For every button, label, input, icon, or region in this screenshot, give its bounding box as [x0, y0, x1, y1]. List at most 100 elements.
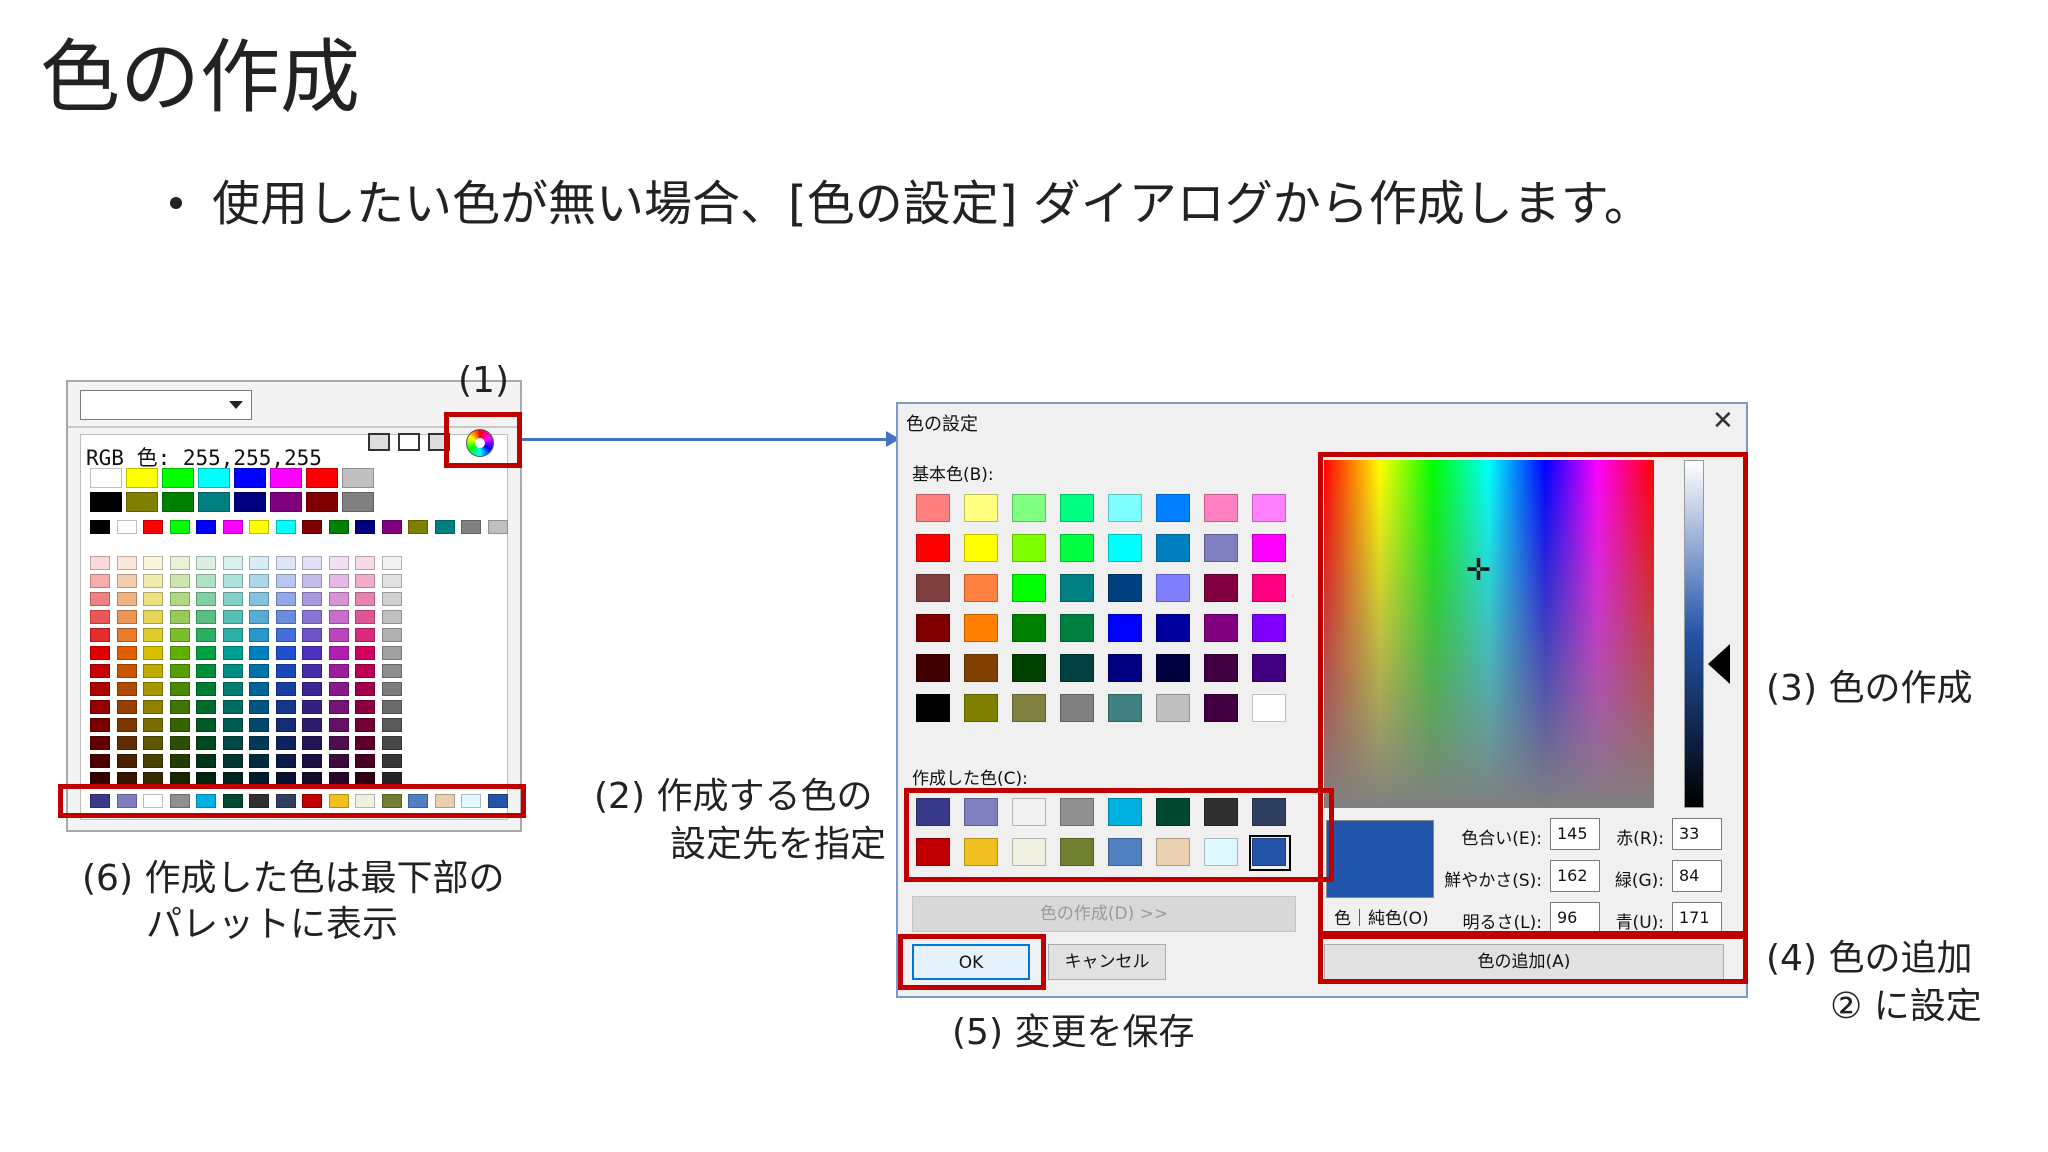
- palette-swatch[interactable]: [275, 574, 296, 588]
- palette-swatch[interactable]: [196, 736, 216, 750]
- basic-color-swatch[interactable]: [1012, 534, 1046, 562]
- palette-swatch[interactable]: [249, 628, 269, 642]
- palette-swatch[interactable]: [90, 468, 122, 488]
- palette-swatch[interactable]: [90, 628, 110, 642]
- palette-swatch[interactable]: [328, 736, 349, 750]
- palette-swatch[interactable]: [234, 492, 266, 512]
- palette-swatch[interactable]: [381, 718, 402, 732]
- palette-swatch[interactable]: [302, 646, 322, 660]
- palette-swatch[interactable]: [90, 610, 110, 624]
- basic-color-swatch[interactable]: [1156, 694, 1190, 722]
- basic-color-swatch[interactable]: [1156, 534, 1190, 562]
- palette-swatch[interactable]: [328, 628, 349, 642]
- palette-swatch[interactable]: [198, 468, 230, 488]
- palette-swatch[interactable]: [275, 718, 296, 732]
- palette-swatch[interactable]: [143, 646, 163, 660]
- palette-swatch[interactable]: [302, 520, 322, 534]
- palette-swatch[interactable]: [270, 468, 302, 488]
- palette-swatch[interactable]: [275, 754, 296, 768]
- basic-color-swatch[interactable]: [1012, 574, 1046, 602]
- palette-swatch[interactable]: [143, 574, 163, 588]
- palette-swatch[interactable]: [275, 664, 296, 678]
- palette-swatch[interactable]: [116, 700, 137, 714]
- palette-swatch[interactable]: [342, 468, 374, 488]
- palette-swatch[interactable]: [328, 664, 349, 678]
- palette-swatch[interactable]: [302, 736, 322, 750]
- palette-swatch[interactable]: [116, 718, 137, 732]
- palette-swatch[interactable]: [249, 718, 269, 732]
- basic-color-swatch[interactable]: [1108, 534, 1142, 562]
- basic-color-swatch[interactable]: [1060, 614, 1094, 642]
- basic-color-swatch[interactable]: [1108, 494, 1142, 522]
- palette-swatch[interactable]: [355, 610, 375, 624]
- palette-swatch[interactable]: [90, 592, 110, 606]
- palette-swatch[interactable]: [222, 718, 243, 732]
- basic-color-swatch[interactable]: [916, 494, 950, 522]
- basic-color-swatch[interactable]: [1204, 614, 1238, 642]
- palette-swatch[interactable]: [408, 520, 428, 534]
- palette-swatch[interactable]: [222, 628, 243, 642]
- palette-swatch[interactable]: [196, 628, 216, 642]
- palette-swatch[interactable]: [355, 718, 375, 732]
- basic-color-swatch[interactable]: [964, 694, 998, 722]
- palette-swatch[interactable]: [143, 610, 163, 624]
- palette-swatch[interactable]: [169, 556, 190, 570]
- palette-swatch[interactable]: [116, 682, 137, 696]
- palette-swatch[interactable]: [196, 556, 216, 570]
- palette-swatch[interactable]: [275, 520, 296, 534]
- palette-swatch[interactable]: [328, 520, 349, 534]
- palette-swatch[interactable]: [198, 492, 230, 512]
- palette-swatch[interactable]: [90, 754, 110, 768]
- palette-swatch[interactable]: [116, 520, 137, 534]
- palette-swatch[interactable]: [169, 718, 190, 732]
- palette-swatch[interactable]: [222, 682, 243, 696]
- basic-color-swatch[interactable]: [1060, 694, 1094, 722]
- palette-swatch[interactable]: [169, 700, 190, 714]
- palette-swatch[interactable]: [90, 664, 110, 678]
- palette-swatch[interactable]: [169, 592, 190, 606]
- basic-color-swatch[interactable]: [1012, 614, 1046, 642]
- basic-color-swatch[interactable]: [1204, 534, 1238, 562]
- palette-swatch[interactable]: [355, 700, 375, 714]
- palette-swatch[interactable]: [222, 574, 243, 588]
- basic-color-swatch[interactable]: [964, 534, 998, 562]
- palette-swatch[interactable]: [169, 664, 190, 678]
- palette-swatch[interactable]: [381, 754, 402, 768]
- basic-color-swatch[interactable]: [1252, 654, 1286, 682]
- basic-color-swatch[interactable]: [1252, 614, 1286, 642]
- palette-swatch[interactable]: [169, 520, 190, 534]
- palette-swatch[interactable]: [302, 610, 322, 624]
- palette-swatch[interactable]: [306, 492, 338, 512]
- palette-swatch[interactable]: [143, 700, 163, 714]
- palette-swatch[interactable]: [381, 682, 402, 696]
- palette-swatch[interactable]: [381, 628, 402, 642]
- basic-color-swatch[interactable]: [916, 534, 950, 562]
- basic-color-swatch[interactable]: [1012, 494, 1046, 522]
- palette-swatch[interactable]: [381, 700, 402, 714]
- basic-color-swatch[interactable]: [1156, 494, 1190, 522]
- basic-color-swatch[interactable]: [1204, 574, 1238, 602]
- palette-swatch[interactable]: [90, 520, 110, 534]
- palette-swatch[interactable]: [196, 700, 216, 714]
- palette-swatch[interactable]: [116, 610, 137, 624]
- palette-swatch[interactable]: [328, 718, 349, 732]
- palette-swatch[interactable]: [275, 628, 296, 642]
- palette-swatch[interactable]: [169, 574, 190, 588]
- palette-swatch[interactable]: [249, 754, 269, 768]
- palette-swatch[interactable]: [143, 754, 163, 768]
- basic-color-swatch[interactable]: [916, 654, 950, 682]
- palette-swatch[interactable]: [355, 574, 375, 588]
- basic-color-swatch[interactable]: [1060, 574, 1094, 602]
- palette-swatch[interactable]: [328, 700, 349, 714]
- palette-swatch[interactable]: [275, 682, 296, 696]
- palette-swatch[interactable]: [222, 520, 243, 534]
- palette-swatch[interactable]: [222, 592, 243, 606]
- basic-color-swatch[interactable]: [1060, 534, 1094, 562]
- palette-swatch[interactable]: [328, 592, 349, 606]
- palette-swatch[interactable]: [169, 646, 190, 660]
- palette-swatch[interactable]: [275, 736, 296, 750]
- palette-swatch[interactable]: [90, 736, 110, 750]
- palette-swatch[interactable]: [196, 592, 216, 606]
- palette-swatch[interactable]: [222, 646, 243, 660]
- palette-swatch[interactable]: [275, 592, 296, 606]
